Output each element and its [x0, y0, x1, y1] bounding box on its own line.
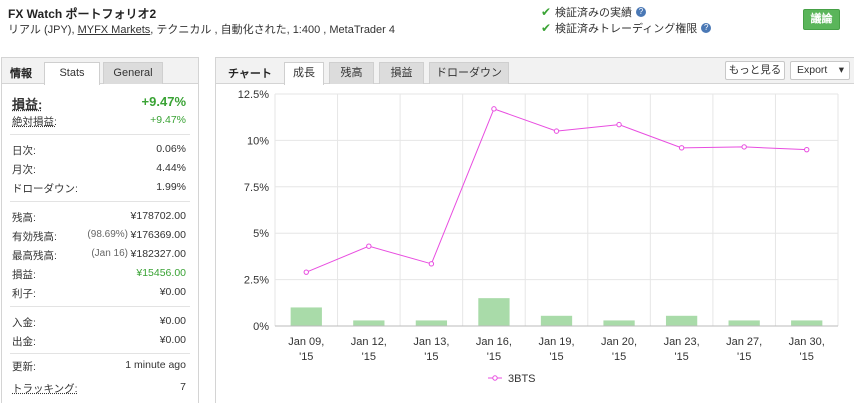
data-point	[804, 146, 810, 153]
bar	[415, 320, 448, 326]
x-tick-label-year: '15	[424, 351, 438, 363]
x-tick-label-year: '15	[612, 351, 626, 363]
legend-label: 3BTS	[508, 373, 536, 385]
x-tick-label: Jan 09,	[288, 336, 324, 348]
x-tick-label: Jan 20,	[601, 336, 637, 348]
data-point	[428, 261, 435, 267]
bar	[791, 320, 823, 326]
x-tick-label-year: '15	[487, 351, 501, 363]
bar	[665, 315, 698, 326]
data-point	[303, 269, 309, 275]
bar	[290, 307, 322, 326]
bar	[353, 320, 385, 326]
x-tick-label: Jan 13,	[413, 336, 449, 348]
bar	[540, 315, 573, 326]
y-tick-label: 2.5%	[244, 275, 269, 287]
x-tick-label: Jan 12,	[351, 336, 387, 348]
x-tick-label: Jan 27,	[726, 336, 762, 348]
legend-swatch-marker	[492, 375, 498, 381]
data-point	[491, 106, 497, 112]
x-tick-label-year: '15	[800, 351, 814, 363]
x-tick-label-year: '15	[299, 351, 313, 363]
y-tick-label: 10%	[247, 135, 269, 147]
x-tick-label-year: '15	[674, 351, 688, 363]
y-tick-label: 0%	[253, 321, 269, 333]
data-point	[366, 243, 372, 249]
x-tick-label: Jan 19,	[538, 336, 574, 348]
x-tick-label-year: '15	[549, 351, 563, 363]
data-point	[741, 144, 747, 150]
x-tick-label-year: '15	[362, 351, 376, 363]
y-tick-label: 5%	[253, 228, 269, 240]
y-tick-label: 12.5%	[238, 89, 269, 101]
x-tick-label: Jan 16,	[476, 336, 512, 348]
bar	[603, 320, 635, 326]
growth-chart: 0% 2.5% 5% 7.5% 10% 12.5% Jan 09, '15 Jan 12, '15…	[238, 89, 839, 385]
bar	[478, 298, 510, 326]
x-tick-label-year: '15	[737, 351, 751, 363]
data-point	[678, 145, 685, 151]
data-point	[553, 128, 560, 134]
y-tick-label: 7.5%	[244, 182, 269, 194]
x-tick-label: Jan 23,	[664, 336, 700, 348]
data-point	[616, 121, 622, 128]
x-tick-label: Jan 30,	[789, 336, 825, 348]
bar	[728, 320, 760, 326]
